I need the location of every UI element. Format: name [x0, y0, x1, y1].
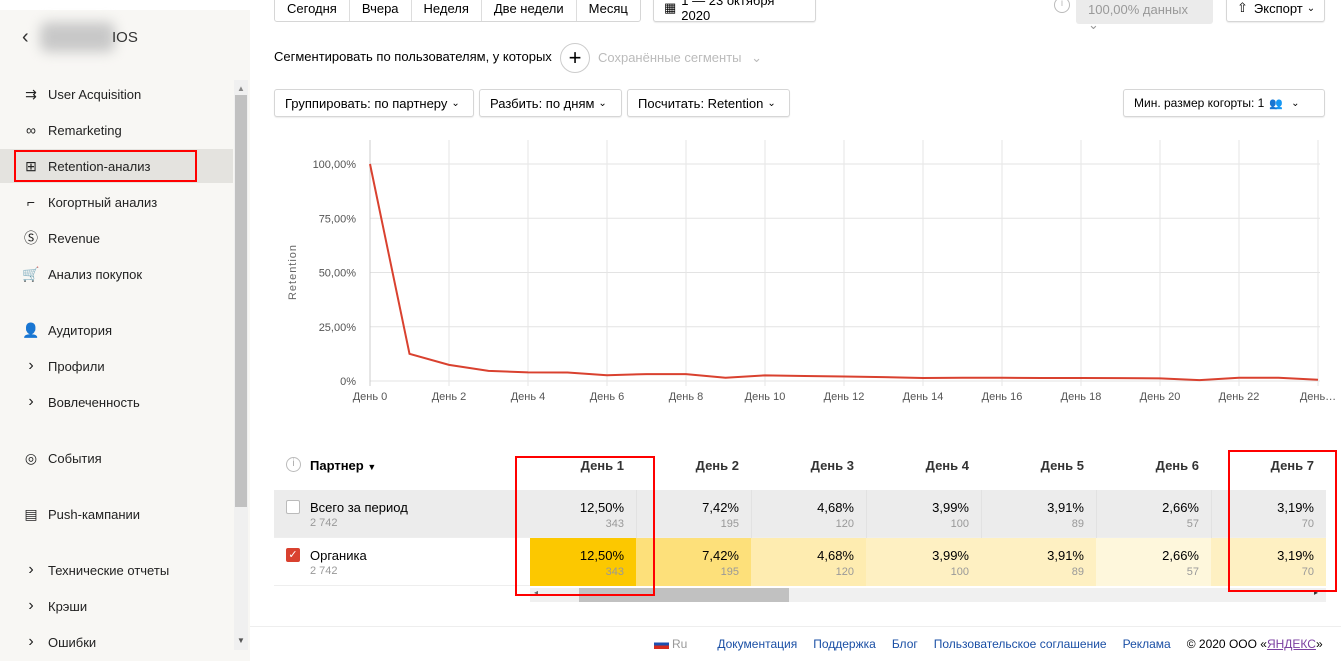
partner-name: Органика — [310, 548, 367, 563]
retention-cell[interactable]: 3,91% 89 — [981, 538, 1096, 586]
chevron-right-icon: › — [28, 597, 34, 614]
x-tick-label: День 20 — [1140, 391, 1181, 403]
highlight-box — [1228, 450, 1337, 592]
column-header-day-5[interactable]: День 5 — [981, 458, 1084, 473]
x-tick-label: День 16 — [982, 391, 1023, 403]
partner-name: Всего за период — [310, 500, 408, 515]
y-axis-label: Retention — [287, 244, 299, 300]
sidebar-item-label: Ошибки — [48, 634, 97, 650]
info-icon[interactable]: i — [286, 457, 301, 472]
footer-link-ads[interactable]: Реклама — [1123, 637, 1171, 651]
y-tick-label: 25,00% — [319, 322, 357, 334]
x-tick-label: День 2 — [432, 391, 467, 403]
retention-cell[interactable]: 2,66% 57 — [1096, 490, 1211, 538]
footer-link-support[interactable]: Поддержка — [813, 637, 876, 651]
x-tick-label: День 0 — [353, 391, 388, 403]
x-tick-label: День 10 — [745, 391, 786, 403]
retention-chart: 0% 25,00% 50,00% 75,00% 100,00% День 0 День 2 Д… — [287, 140, 1336, 403]
retention-cell[interactable]: 2,66% 57 — [1096, 538, 1211, 586]
sidebar-item-label: События — [48, 450, 102, 466]
column-header-day-6[interactable]: День 6 — [1096, 458, 1199, 473]
partner-total: 2 742 — [310, 565, 338, 577]
table-row: Всего за период 2 742 12,50% 343 7,42% 195 4,… — [274, 490, 1326, 538]
sidebar-item-9[interactable]: ◎ События — [0, 441, 233, 475]
x-tick-label: День 22 — [1219, 391, 1260, 403]
column-header-day-4[interactable]: День 4 — [866, 458, 969, 473]
partner-header[interactable]: Партнер ▼ — [310, 458, 376, 473]
y-tick-label: 50,00% — [319, 268, 357, 280]
scroll-down-icon[interactable]: ▼ — [237, 636, 245, 645]
row-checkbox[interactable]: ✓ — [286, 548, 300, 562]
footer-link-blog[interactable]: Блог — [892, 637, 918, 651]
chevron-right-icon: › — [28, 633, 34, 650]
chevron-right-icon: › — [28, 561, 34, 578]
russia-flag-icon — [654, 639, 669, 649]
y-tick-label: 100,00% — [313, 159, 357, 171]
x-tick-label: День 18 — [1061, 391, 1102, 403]
message-icon: ▤ — [24, 505, 38, 522]
x-tick-label: День 6 — [590, 391, 625, 403]
partner-total: 2 742 — [310, 517, 338, 529]
sidebar-item-label: Крэши — [48, 598, 88, 614]
yandex-link[interactable]: ЯНДЕКС — [1267, 637, 1316, 651]
retention-cell[interactable]: 3,91% 89 — [981, 490, 1096, 538]
row-checkbox[interactable] — [286, 500, 300, 514]
x-tick-label: День 8 — [669, 391, 704, 403]
sidebar-item-13[interactable]: › Ошибки — [0, 625, 233, 659]
sidebar-item-11[interactable]: › Технические отчеты — [0, 553, 233, 587]
footer-link-agreement[interactable]: Пользовательское соглашение — [934, 637, 1107, 651]
column-header-day-3[interactable]: День 3 — [751, 458, 854, 473]
sidebar-item-label: Push-кампании — [48, 506, 141, 522]
language-switch[interactable]: Ru — [672, 637, 687, 651]
retention-cell[interactable]: 3,99% 100 — [866, 490, 981, 538]
retention-cell[interactable]: 4,68% 120 — [751, 538, 866, 586]
y-tick-label: 0% — [340, 376, 356, 388]
footer-link-docs[interactable]: Документация — [717, 637, 797, 651]
x-tick-label: День… — [1300, 391, 1336, 403]
retention-cell[interactable]: 3,99% 100 — [866, 538, 981, 586]
retention-cell[interactable]: 4,68% 120 — [751, 490, 866, 538]
footer: Ru Документация Поддержка Блог Пользоват… — [654, 637, 1323, 651]
sort-down-icon: ▼ — [367, 462, 377, 472]
target-icon: ◎ — [24, 449, 38, 466]
sidebar-item-10[interactable]: ▤ Push-кампании — [0, 497, 233, 531]
highlight-box — [515, 456, 655, 596]
sidebar-item-12[interactable]: › Крэши — [0, 589, 233, 623]
x-tick-label: День 14 — [903, 391, 944, 403]
sidebar-item-label: Технические отчеты — [48, 562, 170, 578]
x-tick-label: День 4 — [511, 391, 546, 403]
table-row: ✓ Органика 2 742 12,50% 343 7,42% 195 4,68% 12… — [274, 538, 1326, 586]
y-tick-label: 75,00% — [319, 213, 357, 225]
copyright: © 2020 ООО « — [1186, 637, 1267, 651]
x-tick-label: День 12 — [824, 391, 865, 403]
